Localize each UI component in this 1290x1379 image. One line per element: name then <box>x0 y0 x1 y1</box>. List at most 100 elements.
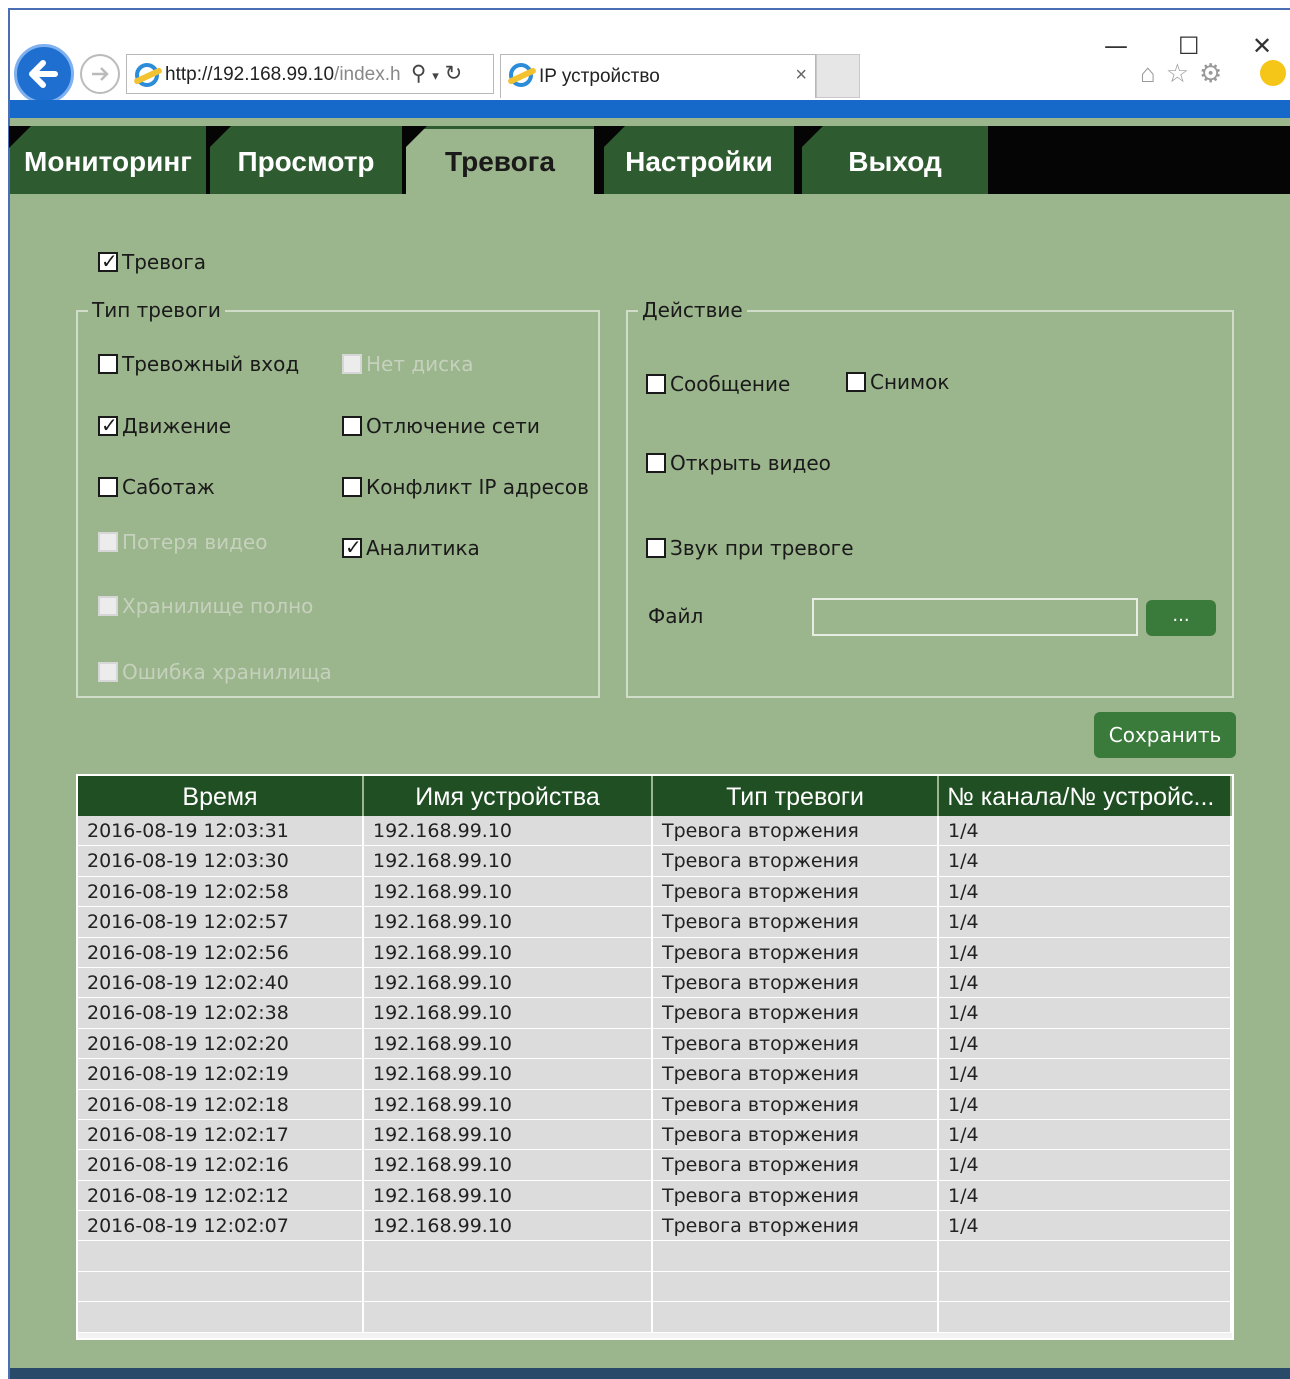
alarm-input-checkbox[interactable] <box>98 354 118 374</box>
app-content: Мониторинг Просмотр Тревога Настройки Вы… <box>9 118 1290 1379</box>
table-row[interactable]: 2016-08-19 12:02:40 192.168.99.10 Тревога … <box>78 967 1232 999</box>
device-cell <box>364 1271 653 1302</box>
channel-cell: 1/4 <box>939 1180 1232 1211</box>
table-row[interactable] <box>78 1271 1232 1303</box>
sound-file-input[interactable] <box>812 598 1138 636</box>
alarm-type-cell: Тревога вторжения <box>653 1028 939 1059</box>
device-cell: 192.168.99.10 <box>364 907 653 938</box>
refresh-icon[interactable]: ↻ <box>445 62 463 85</box>
analytics-checkbox[interactable] <box>342 535 362 559</box>
settings-gear-icon[interactable]: ⚙ <box>1199 58 1232 88</box>
dropdown-icon[interactable]: ▾ <box>432 68 439 83</box>
ip-conflict-row: Конфликт IP адресов <box>342 475 589 499</box>
alarm-enable-row: Тревога <box>98 249 206 274</box>
back-button[interactable] <box>14 44 74 104</box>
column-header-channel[interactable]: № канала/№ устройс... <box>939 776 1232 816</box>
motion-row: Движение <box>98 413 231 438</box>
device-cell <box>364 1302 653 1333</box>
storage-error-checkbox <box>98 662 118 682</box>
open-video-checkbox[interactable] <box>646 453 666 473</box>
address-actions: ⚲ ▾ ↻ <box>411 61 462 86</box>
url-text[interactable]: http://192.168.99.10/index.h <box>165 64 401 86</box>
table-row[interactable]: 2016-08-19 12:02:07 192.168.99.10 Тревога … <box>78 1211 1232 1242</box>
tab-alarm[interactable]: Тревога <box>405 126 594 194</box>
tab-logout[interactable]: Выход <box>801 126 988 194</box>
alarm-type-cell <box>653 1241 939 1272</box>
minimize-button[interactable]: — <box>1104 32 1128 60</box>
table-row[interactable] <box>78 1241 1232 1272</box>
arrow-right-icon <box>92 67 109 81</box>
table-row[interactable]: 2016-08-19 12:02:20 192.168.99.10 Тревога … <box>78 1028 1232 1060</box>
browser-tab[interactable]: IP устройство × <box>500 54 816 98</box>
alarm-type-cell: Тревога вторжения <box>653 937 939 968</box>
video-loss-row: Потеря видео <box>98 530 267 554</box>
table-row[interactable]: 2016-08-19 12:02:12 192.168.99.10 Тревога … <box>78 1180 1232 1212</box>
time-cell <box>78 1302 364 1333</box>
arrow-left-icon <box>29 60 58 88</box>
device-cell: 192.168.99.10 <box>364 1211 653 1242</box>
forward-button[interactable] <box>80 54 120 94</box>
search-icon[interactable]: ⚲ <box>411 62 426 85</box>
table-row[interactable]: 2016-08-19 12:03:30 192.168.99.10 Тревога … <box>78 846 1232 877</box>
alarm-enable-checkbox[interactable] <box>98 249 118 273</box>
column-header-time[interactable]: Время <box>78 776 364 816</box>
device-cell: 192.168.99.10 <box>364 846 653 877</box>
table-row[interactable]: 2016-08-19 12:02:19 192.168.99.10 Тревога … <box>78 1059 1232 1090</box>
main-nav: Мониторинг Просмотр Тревога Настройки Вы… <box>9 126 1290 194</box>
alarm-type-cell: Тревога вторжения <box>653 1119 939 1150</box>
new-tab-button[interactable] <box>816 54 860 98</box>
channel-cell: 1/4 <box>939 907 1232 938</box>
browse-file-button[interactable]: ... <box>1146 600 1216 636</box>
device-cell: 192.168.99.10 <box>364 998 653 1029</box>
table-row[interactable]: 2016-08-19 12:02:17 192.168.99.10 Тревога … <box>78 1119 1232 1151</box>
ip-conflict-checkbox[interactable] <box>342 477 362 497</box>
save-button[interactable]: Сохранить <box>1094 712 1236 758</box>
address-bar[interactable]: http://192.168.99.10/index.h ⚲ ▾ ↻ <box>126 54 494 94</box>
message-checkbox[interactable] <box>646 374 666 394</box>
tamper-checkbox[interactable] <box>98 477 118 497</box>
time-cell: 2016-08-19 12:02:57 <box>78 907 364 938</box>
tab-playback[interactable]: Просмотр <box>209 126 402 194</box>
close-window-button[interactable]: ✕ <box>1252 32 1272 60</box>
alarm-input-row: Тревожный вход <box>98 352 299 376</box>
alarm-type-cell: Тревога вторжения <box>653 876 939 907</box>
feedback-smiley-icon[interactable] <box>1260 60 1286 86</box>
alarm-type-cell: Тревога вторжения <box>653 1211 939 1242</box>
home-icon[interactable]: ⌂ <box>1140 58 1166 88</box>
maximize-button[interactable]: ☐ <box>1178 32 1200 60</box>
network-off-checkbox[interactable] <box>342 416 362 436</box>
time-cell: 2016-08-19 12:03:31 <box>78 816 364 846</box>
table-row[interactable] <box>78 1302 1232 1333</box>
tamper-row: Саботаж <box>98 475 215 499</box>
channel-cell: 1/4 <box>939 1150 1232 1181</box>
tab-settings[interactable]: Настройки <box>603 126 794 194</box>
table-row[interactable]: 2016-08-19 12:02:16 192.168.99.10 Тревога … <box>78 1150 1232 1181</box>
message-label: Сообщение <box>670 372 791 396</box>
storage-error-label: Ошибка хранилища <box>122 660 332 684</box>
table-row[interactable]: 2016-08-19 12:03:31 192.168.99.10 Тревога … <box>78 816 1232 847</box>
motion-checkbox[interactable] <box>98 413 118 437</box>
alarm-type-cell: Тревога вторжения <box>653 1059 939 1090</box>
device-cell: 192.168.99.10 <box>364 937 653 968</box>
tab-monitoring[interactable]: Мониторинг <box>9 126 206 194</box>
alarm-type-legend: Тип тревоги <box>88 298 225 322</box>
device-cell <box>364 1241 653 1272</box>
video-loss-checkbox <box>98 532 118 552</box>
sound-checkbox[interactable] <box>646 538 666 558</box>
video-loss-label: Потеря видео <box>122 530 268 554</box>
favorites-star-icon[interactable]: ☆ <box>1166 58 1199 88</box>
column-header-device[interactable]: Имя устройства <box>364 776 653 816</box>
column-header-alarm-type[interactable]: Тип тревоги <box>653 776 939 816</box>
channel-cell: 1/4 <box>939 1119 1232 1150</box>
snapshot-checkbox[interactable] <box>846 372 866 392</box>
table-row[interactable]: 2016-08-19 12:02:58 192.168.99.10 Тревога … <box>78 876 1232 908</box>
table-row[interactable]: 2016-08-19 12:02:56 192.168.99.10 Тревога … <box>78 937 1232 968</box>
table-row[interactable]: 2016-08-19 12:02:18 192.168.99.10 Тревога … <box>78 1089 1232 1120</box>
sound-row: Звук при тревоге <box>646 536 854 560</box>
time-cell: 2016-08-19 12:03:30 <box>78 846 364 877</box>
time-cell <box>78 1241 364 1272</box>
table-row[interactable]: 2016-08-19 12:02:38 192.168.99.10 Тревога … <box>78 998 1232 1029</box>
table-row[interactable]: 2016-08-19 12:02:57 192.168.99.10 Тревога … <box>78 907 1232 938</box>
browser-right-icons: ⌂☆⚙ <box>1140 58 1232 89</box>
tab-close-icon[interactable]: × <box>795 64 807 87</box>
